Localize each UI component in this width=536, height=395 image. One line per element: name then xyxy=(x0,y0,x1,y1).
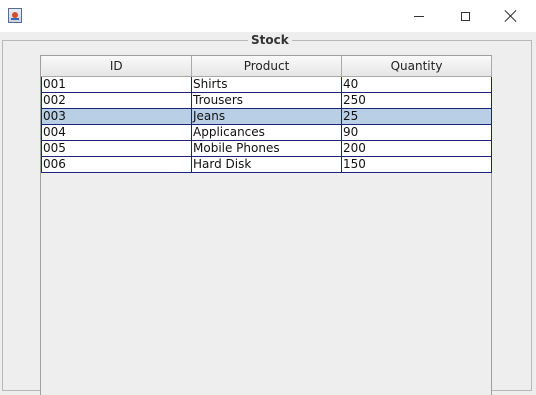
title-bar[interactable] xyxy=(0,0,536,32)
column-header-id[interactable]: ID xyxy=(41,56,192,77)
table-row[interactable]: 002 Trousers 250 xyxy=(41,92,492,109)
column-header-product[interactable]: Product xyxy=(191,56,342,77)
close-button[interactable] xyxy=(488,0,534,32)
cell-id[interactable]: 004 xyxy=(41,124,192,141)
cell-id[interactable]: 005 xyxy=(41,140,192,157)
stock-panel-title: Stock xyxy=(248,33,292,47)
cell-product[interactable]: Trousers xyxy=(191,92,342,109)
cell-quantity[interactable]: 25 xyxy=(341,108,492,125)
maximize-button[interactable] xyxy=(442,0,488,32)
table-row-selected[interactable]: 003 Jeans 25 xyxy=(41,108,492,125)
close-icon xyxy=(505,10,517,22)
cell-id[interactable]: 003 xyxy=(41,108,192,125)
minimize-icon xyxy=(414,15,424,17)
cell-product[interactable]: Shirts xyxy=(191,76,342,93)
cell-quantity[interactable]: 40 xyxy=(341,76,492,93)
cell-quantity[interactable]: 250 xyxy=(341,92,492,109)
cell-product[interactable]: Hard Disk xyxy=(191,156,342,173)
stock-window: Stock ID Product Quantity 001 Shirts 40 … xyxy=(0,0,536,395)
content-pane: Stock ID Product Quantity 001 Shirts 40 … xyxy=(0,32,536,395)
cell-id[interactable]: 001 xyxy=(41,76,192,93)
table-row[interactable]: 001 Shirts 40 xyxy=(41,76,492,93)
table-scroll-pane[interactable]: ID Product Quantity 001 Shirts 40 002 Tr… xyxy=(40,55,492,395)
table-row[interactable]: 005 Mobile Phones 200 xyxy=(41,140,492,157)
cell-quantity[interactable]: 200 xyxy=(341,140,492,157)
cell-quantity[interactable]: 150 xyxy=(341,156,492,173)
java-coffee-icon[interactable] xyxy=(8,8,22,23)
cell-product[interactable]: Jeans xyxy=(191,108,342,125)
table-row[interactable]: 006 Hard Disk 150 xyxy=(41,156,492,173)
minimize-button[interactable] xyxy=(396,0,442,32)
cell-quantity[interactable]: 90 xyxy=(341,124,492,141)
stock-table[interactable]: ID Product Quantity 001 Shirts 40 002 Tr… xyxy=(41,56,492,173)
cell-id[interactable]: 002 xyxy=(41,92,192,109)
table-header-row: ID Product Quantity xyxy=(41,56,492,77)
cell-id[interactable]: 006 xyxy=(41,156,192,173)
cell-product[interactable]: Applicances xyxy=(191,124,342,141)
cell-product[interactable]: Mobile Phones xyxy=(191,140,342,157)
column-header-quantity[interactable]: Quantity xyxy=(341,56,492,77)
maximize-icon xyxy=(460,11,470,21)
table-row[interactable]: 004 Applicances 90 xyxy=(41,124,492,141)
